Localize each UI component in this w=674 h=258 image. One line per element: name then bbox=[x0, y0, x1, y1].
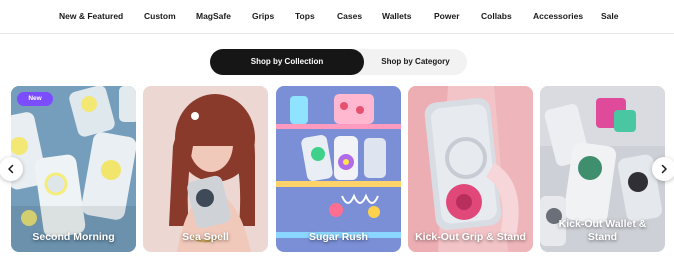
nav-item-collabs[interactable]: Collabs bbox=[481, 11, 512, 21]
sugar-rush-image bbox=[276, 86, 401, 252]
top-navigation: New & Featured Custom MagSafe Grips Tops… bbox=[0, 0, 674, 34]
collection-title: Kick-Out Wallet & Stand bbox=[558, 218, 647, 243]
sea-spell-image bbox=[143, 86, 268, 252]
shop-toggle: Shop by Collection Shop by Category bbox=[210, 49, 467, 75]
carousel-next-button[interactable] bbox=[652, 157, 674, 181]
shop-by-category-tab[interactable]: Shop by Category bbox=[364, 49, 467, 75]
second-morning-image bbox=[11, 86, 136, 252]
shop-by-collection-tab[interactable]: Shop by Collection bbox=[210, 49, 364, 75]
collection-card-kick-out-grip-stand[interactable]: Kick-Out Grip & Stand bbox=[408, 86, 533, 252]
collection-card-second-morning[interactable]: New Second Morning bbox=[11, 86, 136, 252]
nav-item-custom[interactable]: Custom bbox=[144, 11, 176, 21]
nav-item-tops[interactable]: Tops bbox=[295, 11, 315, 21]
carousel-prev-button[interactable] bbox=[0, 157, 23, 181]
nav-item-accessories[interactable]: Accessories bbox=[533, 11, 583, 21]
collection-card-kick-out-wallet-stand[interactable]: Kick-Out Wallet & Stand bbox=[540, 86, 665, 252]
nav-item-grips[interactable]: Grips bbox=[252, 11, 274, 21]
nav-item-sale[interactable]: Sale bbox=[601, 11, 619, 21]
collection-title: Sugar Rush bbox=[309, 231, 368, 243]
collection-title: Second Morning bbox=[32, 231, 115, 243]
collection-card-sugar-rush[interactable]: Sugar Rush bbox=[276, 86, 401, 252]
nav-item-power[interactable]: Power bbox=[434, 11, 460, 21]
nav-item-cases[interactable]: Cases bbox=[337, 11, 362, 21]
collection-title: Kick-Out Grip & Stand bbox=[415, 231, 526, 243]
chevron-left-icon bbox=[8, 164, 14, 174]
new-badge: New bbox=[17, 92, 53, 106]
nav-item-wallets[interactable]: Wallets bbox=[382, 11, 411, 21]
collection-title: Sea Spell bbox=[182, 231, 229, 243]
collection-card-sea-spell[interactable]: Sea Spell bbox=[143, 86, 268, 252]
chevron-right-icon bbox=[661, 164, 667, 174]
kick-out-grip-stand-image bbox=[408, 86, 533, 252]
nav-item-magsafe[interactable]: MagSafe bbox=[196, 11, 231, 21]
nav-item-new-featured[interactable]: New & Featured bbox=[59, 11, 123, 21]
